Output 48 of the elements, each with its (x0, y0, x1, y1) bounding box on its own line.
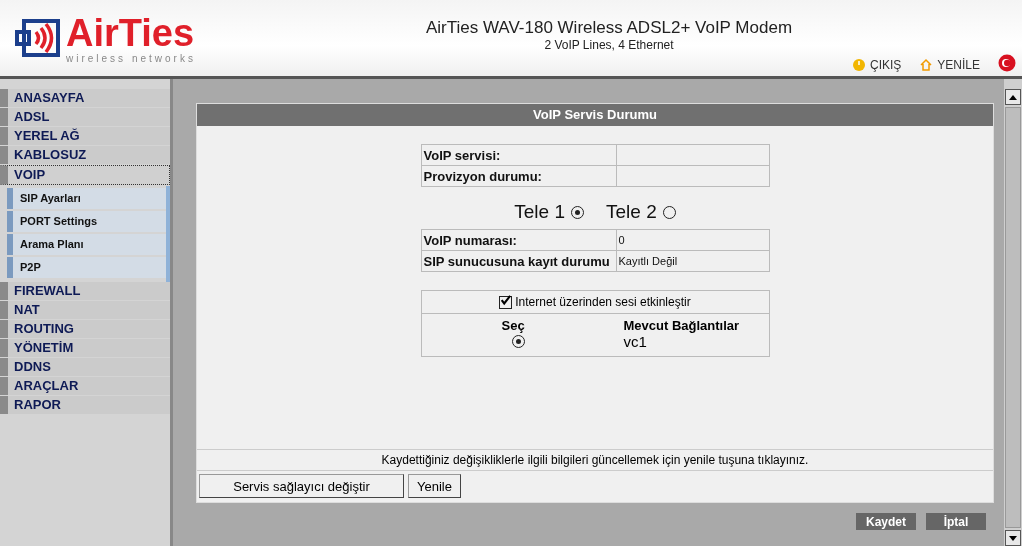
column-header: Mevcut Bağlantılar (623, 318, 741, 333)
connection-name: vc1 (623, 333, 648, 350)
refresh-link[interactable]: YENİLE (919, 58, 980, 72)
form-button[interactable]: Kaydet (856, 513, 916, 530)
table-cell: Kayıtlı Değil (616, 250, 769, 272)
form-button[interactable]: İptal (926, 513, 986, 530)
table-cell: VoIP numarası: (421, 229, 616, 251)
nav-item[interactable]: VOIP (0, 165, 170, 185)
checkbox[interactable] (499, 295, 513, 309)
action-button[interactable]: Servis sağlayıcı değiştir (199, 474, 404, 498)
table-cell: Provizyon durumu: (421, 165, 616, 187)
nav-item[interactable]: YÖNETİM (0, 339, 170, 357)
nav-subitem[interactable]: SIP Ayarları (7, 188, 166, 209)
power-icon (851, 58, 866, 72)
action-button[interactable]: Yenile (408, 474, 461, 498)
nav-item[interactable]: FIREWALL (0, 282, 170, 300)
device-subtitle: 2 VoIP Lines, 4 Ethernet (544, 38, 674, 52)
table-cell: 0 (616, 229, 769, 251)
scroll-up-icon[interactable] (1005, 89, 1021, 105)
panel-title: VoIP Servis Durumu (197, 104, 993, 126)
nav-subitem[interactable]: PORT Settings (7, 211, 166, 232)
nav-item[interactable]: ADSL (0, 108, 170, 126)
line-label[interactable]: Tele 1 (514, 201, 565, 223)
logout-link[interactable]: ÇIKIŞ (851, 58, 902, 72)
home-icon (919, 58, 934, 72)
flag-icon[interactable] (998, 54, 1016, 72)
nav-item[interactable]: KABLOSUZ (0, 146, 170, 164)
line-label[interactable]: Tele 2 (606, 201, 657, 223)
nav-item[interactable]: NAT (0, 301, 170, 319)
nav-item[interactable]: RAPOR (0, 396, 170, 414)
scroll-down-icon[interactable] (1005, 530, 1021, 546)
brand-tagline: wireless networks (66, 52, 196, 64)
column-header: Seç (501, 318, 526, 333)
nav-subitem[interactable]: Arama Planı (7, 234, 166, 255)
logo-icon (14, 18, 62, 58)
nav-item[interactable]: ANASAYFA (0, 89, 170, 107)
table-cell: SIP sunucusuna kayıt durumu (421, 250, 616, 272)
brand-name: AirTies (66, 12, 196, 53)
checkbox-label: Internet üzerinden sesi etkinleştir (515, 295, 691, 309)
nav-item[interactable]: ARAÇLAR (0, 377, 170, 395)
nav-item[interactable]: ROUTING (0, 320, 170, 338)
info-message: Kaydettiğiniz değişikliklerle ilgili bilgileri güncellemek için yenile tuşuna tıklayınız. (197, 449, 993, 471)
table-cell: VoIP servisi: (421, 144, 616, 166)
nav-item[interactable]: YEREL AĞ (0, 127, 170, 145)
nav-item[interactable]: DDNS (0, 358, 170, 376)
scrollbar[interactable] (1004, 79, 1022, 546)
device-title: AirTies WAV-180 Wireless ADSL2+ VoIP Modem (425, 18, 793, 38)
nav-subitem[interactable]: P2P (7, 257, 166, 278)
